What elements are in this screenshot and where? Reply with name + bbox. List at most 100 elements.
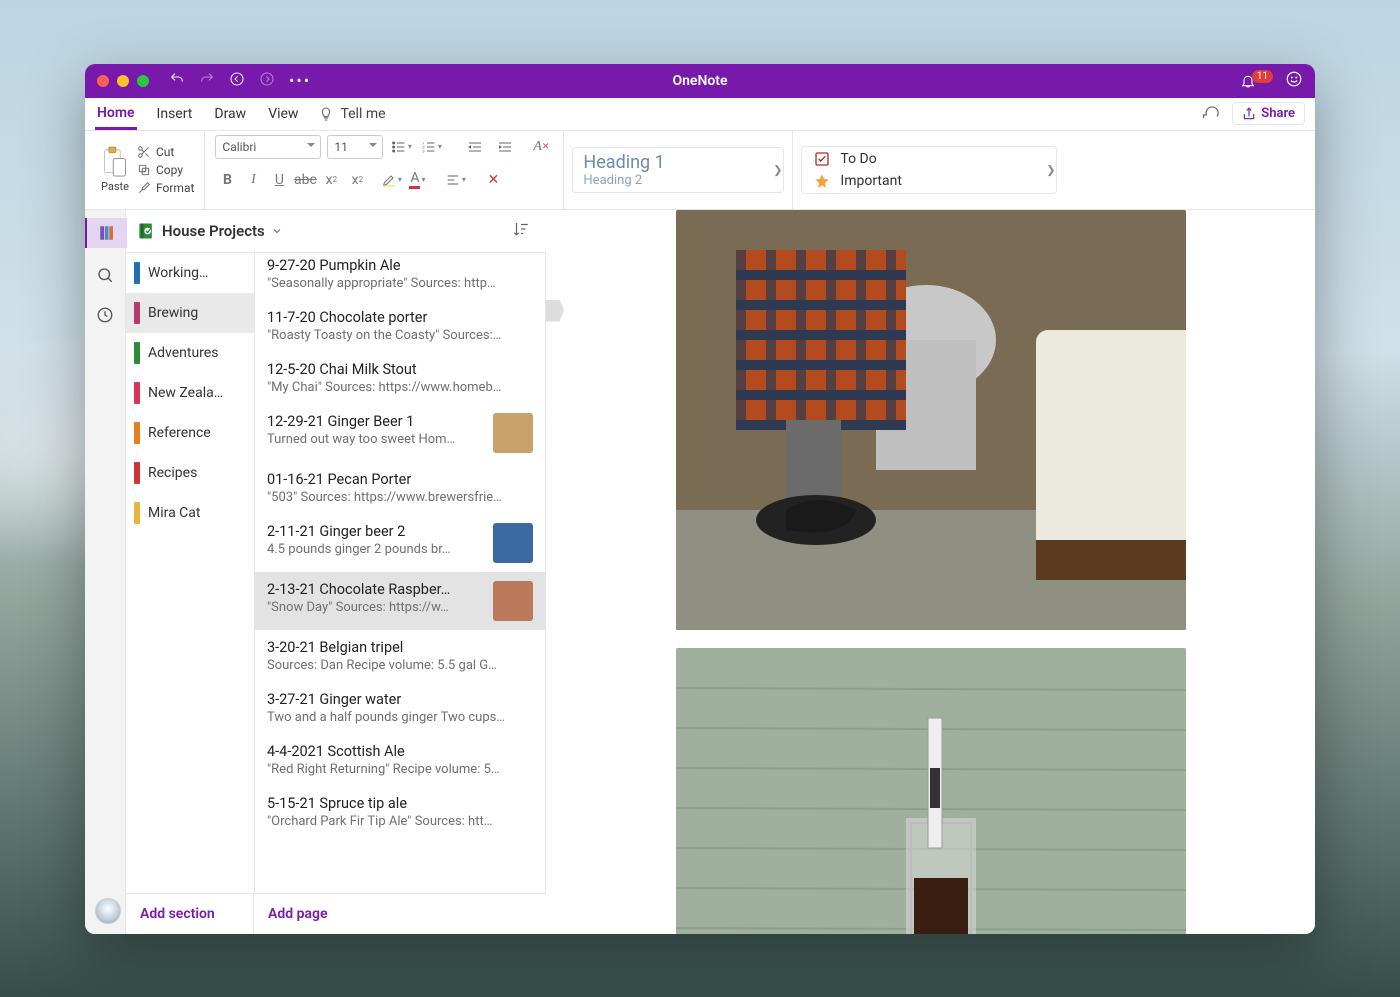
tell-me-label: Tell me: [340, 106, 385, 122]
share-label: Share: [1261, 106, 1295, 121]
add-page-button[interactable]: Add page: [254, 894, 341, 934]
notifications-button[interactable]: 11: [1240, 73, 1273, 89]
section-item[interactable]: Adventures: [126, 333, 254, 373]
page-item[interactable]: 4-4-2021 Scottish Ale"Red Right Returnin…: [255, 734, 545, 786]
more-icon[interactable]: •••: [289, 71, 311, 90]
page-list[interactable]: 9-27-20 Pumpkin Ale"Seasonally appropria…: [255, 253, 545, 893]
page-item[interactable]: 2-11-21 Ginger beer 24.5 pounds ginger 2…: [255, 514, 545, 572]
copy-button[interactable]: Copy: [137, 163, 194, 177]
page-title: 11-7-20 Chocolate porter: [267, 309, 533, 326]
font-color-button[interactable]: A▾: [405, 169, 429, 191]
embedded-image-2[interactable]: [676, 648, 1186, 934]
section-item[interactable]: New Zeala…: [126, 373, 254, 413]
highlight-button[interactable]: ▾: [379, 169, 403, 191]
notebooks-rail-button[interactable]: [85, 218, 127, 248]
outdent-button[interactable]: [463, 136, 487, 158]
tab-view[interactable]: View: [266, 100, 300, 128]
left-rail: [85, 210, 126, 934]
tag-important[interactable]: Important: [814, 173, 1044, 189]
page-item[interactable]: 3-27-21 Ginger waterTwo and a half pound…: [255, 682, 545, 734]
clear-formatting-button[interactable]: A✕: [529, 136, 553, 158]
page-thumbnail: [493, 523, 533, 563]
paste-label: Paste: [101, 180, 129, 193]
add-section-button[interactable]: Add section: [126, 894, 254, 934]
italic-button[interactable]: I: [241, 169, 265, 191]
search-icon: [96, 266, 114, 284]
section-item[interactable]: Brewing: [126, 293, 254, 333]
section-color-bar: [134, 342, 140, 364]
scissors-icon: [137, 145, 151, 159]
account-avatar[interactable]: [95, 898, 121, 924]
notebook-picker[interactable]: House Projects: [126, 210, 546, 253]
styles-expand-icon[interactable]: ❯: [773, 163, 782, 176]
tab-home[interactable]: Home: [95, 99, 137, 130]
sync-status-icon[interactable]: [1202, 103, 1220, 125]
underline-button[interactable]: U: [267, 169, 291, 191]
page-item[interactable]: 01-16-21 Pecan Porter"503" Sources: http…: [255, 462, 545, 514]
ribbon-tabs: Home Insert Draw View Tell me Share: [85, 98, 1315, 131]
tag-todo[interactable]: To Do: [814, 151, 1044, 167]
superscript-button[interactable]: x2: [345, 169, 369, 191]
sort-pages-button[interactable]: [512, 220, 530, 242]
font-group: Calibri 11 ▾ 123▾ A✕ B I U abc x2 x2 ▾ A…: [205, 131, 564, 209]
cut-button[interactable]: Cut: [137, 145, 194, 159]
section-label: Adventures: [148, 345, 218, 361]
zoom-window-button[interactable]: [137, 75, 149, 87]
minimize-window-button[interactable]: [117, 75, 129, 87]
styles-gallery[interactable]: Heading 1 Heading 2: [572, 147, 784, 193]
tags-expand-icon[interactable]: ❯: [1046, 163, 1055, 176]
sort-icon: [512, 220, 530, 238]
font-size-select[interactable]: 11: [327, 135, 383, 159]
share-button[interactable]: Share: [1232, 102, 1305, 125]
search-rail-button[interactable]: [96, 266, 114, 288]
page-canvas[interactable]: [546, 210, 1315, 934]
page-thumbnail: [493, 581, 533, 621]
page-thumbnail: [493, 413, 533, 453]
align-button[interactable]: ▾: [443, 169, 467, 191]
paste-button[interactable]: Paste: [101, 146, 129, 193]
page-preview: "My Chai" Sources: https://www.homeb…: [267, 380, 533, 395]
feedback-smile-icon[interactable]: [1285, 70, 1303, 92]
redo-icon[interactable]: [199, 71, 215, 91]
tab-draw[interactable]: Draw: [212, 100, 248, 128]
onenote-window: ••• OneNote 11 Home Insert Draw View Tel…: [85, 64, 1315, 934]
indent-button[interactable]: [493, 136, 517, 158]
section-item[interactable]: Reference: [126, 413, 254, 453]
numbering-button[interactable]: 123▾: [419, 136, 443, 158]
bold-button[interactable]: B: [215, 169, 239, 191]
paintbrush-icon: [137, 181, 151, 195]
clipboard-group: Paste Cut Copy Format: [91, 131, 205, 209]
close-window-button[interactable]: [97, 75, 109, 87]
page-item[interactable]: 12-5-20 Chai Milk Stout"My Chai" Sources…: [255, 352, 545, 404]
subscript-button[interactable]: x2: [319, 169, 343, 191]
nav-forward-icon[interactable]: [259, 71, 275, 91]
section-item[interactable]: Working…: [126, 253, 254, 293]
tab-insert[interactable]: Insert: [155, 100, 195, 128]
strikethrough-button[interactable]: abc: [293, 169, 317, 191]
clipboard-icon: [101, 146, 129, 178]
nav-back-icon[interactable]: [229, 71, 245, 91]
embedded-image-1[interactable]: [676, 210, 1186, 630]
section-label: Brewing: [148, 305, 198, 321]
section-item[interactable]: Mira Cat: [126, 493, 254, 533]
undo-icon[interactable]: [169, 71, 185, 91]
bullets-button[interactable]: ▾: [389, 136, 413, 158]
delete-button[interactable]: ✕: [481, 169, 505, 191]
pages-panel: 9-27-20 Pumpkin Ale"Seasonally appropria…: [255, 253, 546, 893]
page-item[interactable]: 3-20-21 Belgian tripelSources: Dan Recip…: [255, 630, 545, 682]
style-heading1: Heading 1: [583, 152, 773, 173]
section-item[interactable]: Recipes: [126, 453, 254, 493]
page-item[interactable]: 5-15-21 Spruce tip ale"Orchard Park Fir …: [255, 786, 545, 838]
tell-me-search[interactable]: Tell me: [318, 106, 385, 122]
page-item[interactable]: 2-13-21 Chocolate Raspber…"Snow Day" Sou…: [255, 572, 545, 630]
style-heading2: Heading 2: [583, 173, 773, 188]
page-item[interactable]: 9-27-20 Pumpkin Ale"Seasonally appropria…: [255, 253, 545, 300]
svg-text:3: 3: [422, 148, 424, 153]
format-painter-button[interactable]: Format: [137, 181, 194, 195]
page-item[interactable]: 12-29-21 Ginger Beer 1Turned out way too…: [255, 404, 545, 462]
section-label: Mira Cat: [148, 505, 201, 521]
font-family-select[interactable]: Calibri: [215, 135, 321, 159]
tags-gallery[interactable]: To Do Important: [801, 146, 1057, 194]
page-item[interactable]: 11-7-20 Chocolate porter"Roasty Toasty o…: [255, 300, 545, 352]
recent-rail-button[interactable]: [96, 306, 114, 328]
